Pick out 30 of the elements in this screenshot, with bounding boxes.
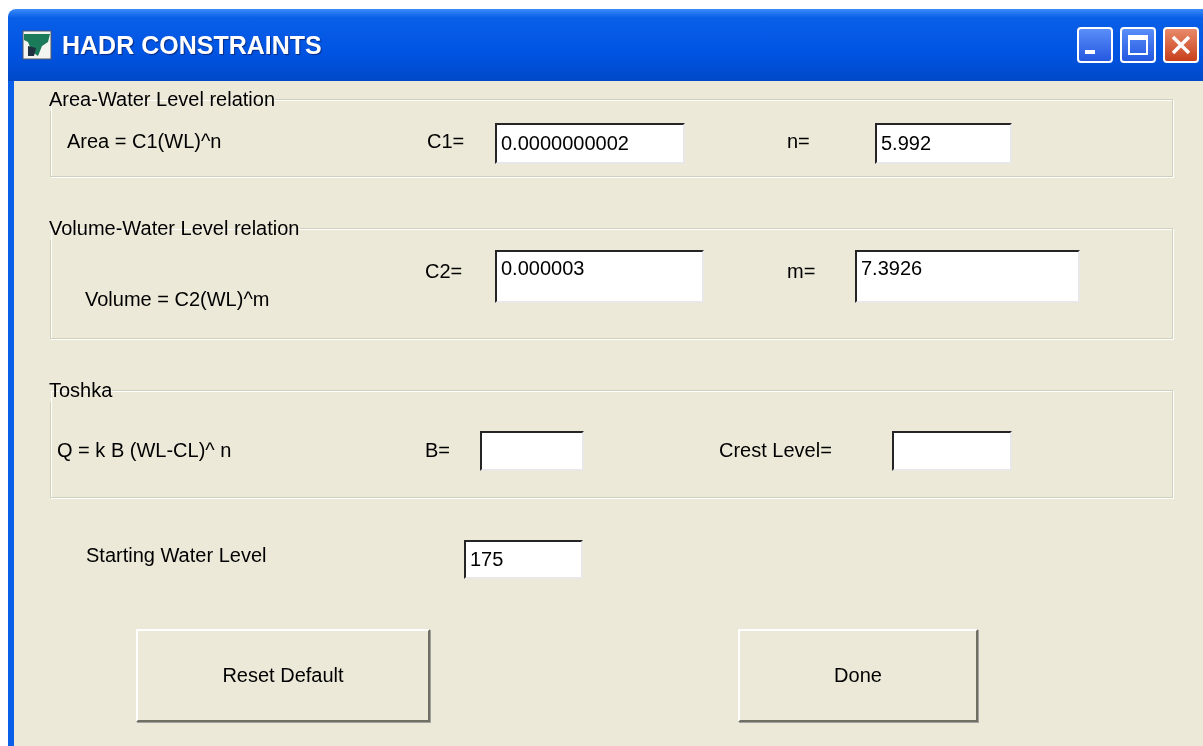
input-field[interactable]: 7.3926	[855, 250, 1080, 303]
reset-button[interactable]: Reset Default	[136, 629, 430, 722]
minimize-button[interactable]	[1077, 27, 1113, 63]
group-label: Area-Water Level relation	[49, 88, 276, 111]
close-button[interactable]	[1163, 27, 1199, 63]
minimize-icon	[1085, 50, 1095, 54]
input-field[interactable]: 0.0000000002	[495, 123, 685, 164]
field-label: Crest Level=	[719, 438, 833, 463]
field-label: n=	[787, 129, 811, 154]
input-field[interactable]: 5.992	[875, 123, 1012, 164]
done-button[interactable]: Done	[738, 629, 978, 722]
group-label: Volume-Water Level relation	[49, 217, 300, 240]
app-icon	[22, 30, 52, 60]
window-title: HADR CONSTRAINTS	[62, 30, 323, 60]
formula-label: Volume = C2(WL)^m	[85, 287, 271, 311]
field-label: B=	[425, 438, 452, 463]
formula-label: Area = C1(WL)^n	[67, 129, 223, 153]
field-label: C2=	[425, 259, 464, 284]
formula-label: Q = k B (WL-CL)^ n	[57, 438, 233, 462]
close-icon	[1170, 34, 1192, 56]
field-label: C1=	[427, 129, 466, 154]
input-field[interactable]: 175	[464, 540, 583, 579]
field-label: m=	[787, 259, 817, 284]
input-field[interactable]	[480, 431, 584, 471]
maximize-icon	[1127, 34, 1149, 56]
maximize-button[interactable]	[1120, 27, 1156, 63]
group-label: Toshka	[49, 379, 113, 402]
input-field[interactable]	[892, 431, 1012, 471]
input-field[interactable]: 0.000003	[495, 250, 704, 303]
field-label: Starting Water Level	[86, 543, 268, 567]
